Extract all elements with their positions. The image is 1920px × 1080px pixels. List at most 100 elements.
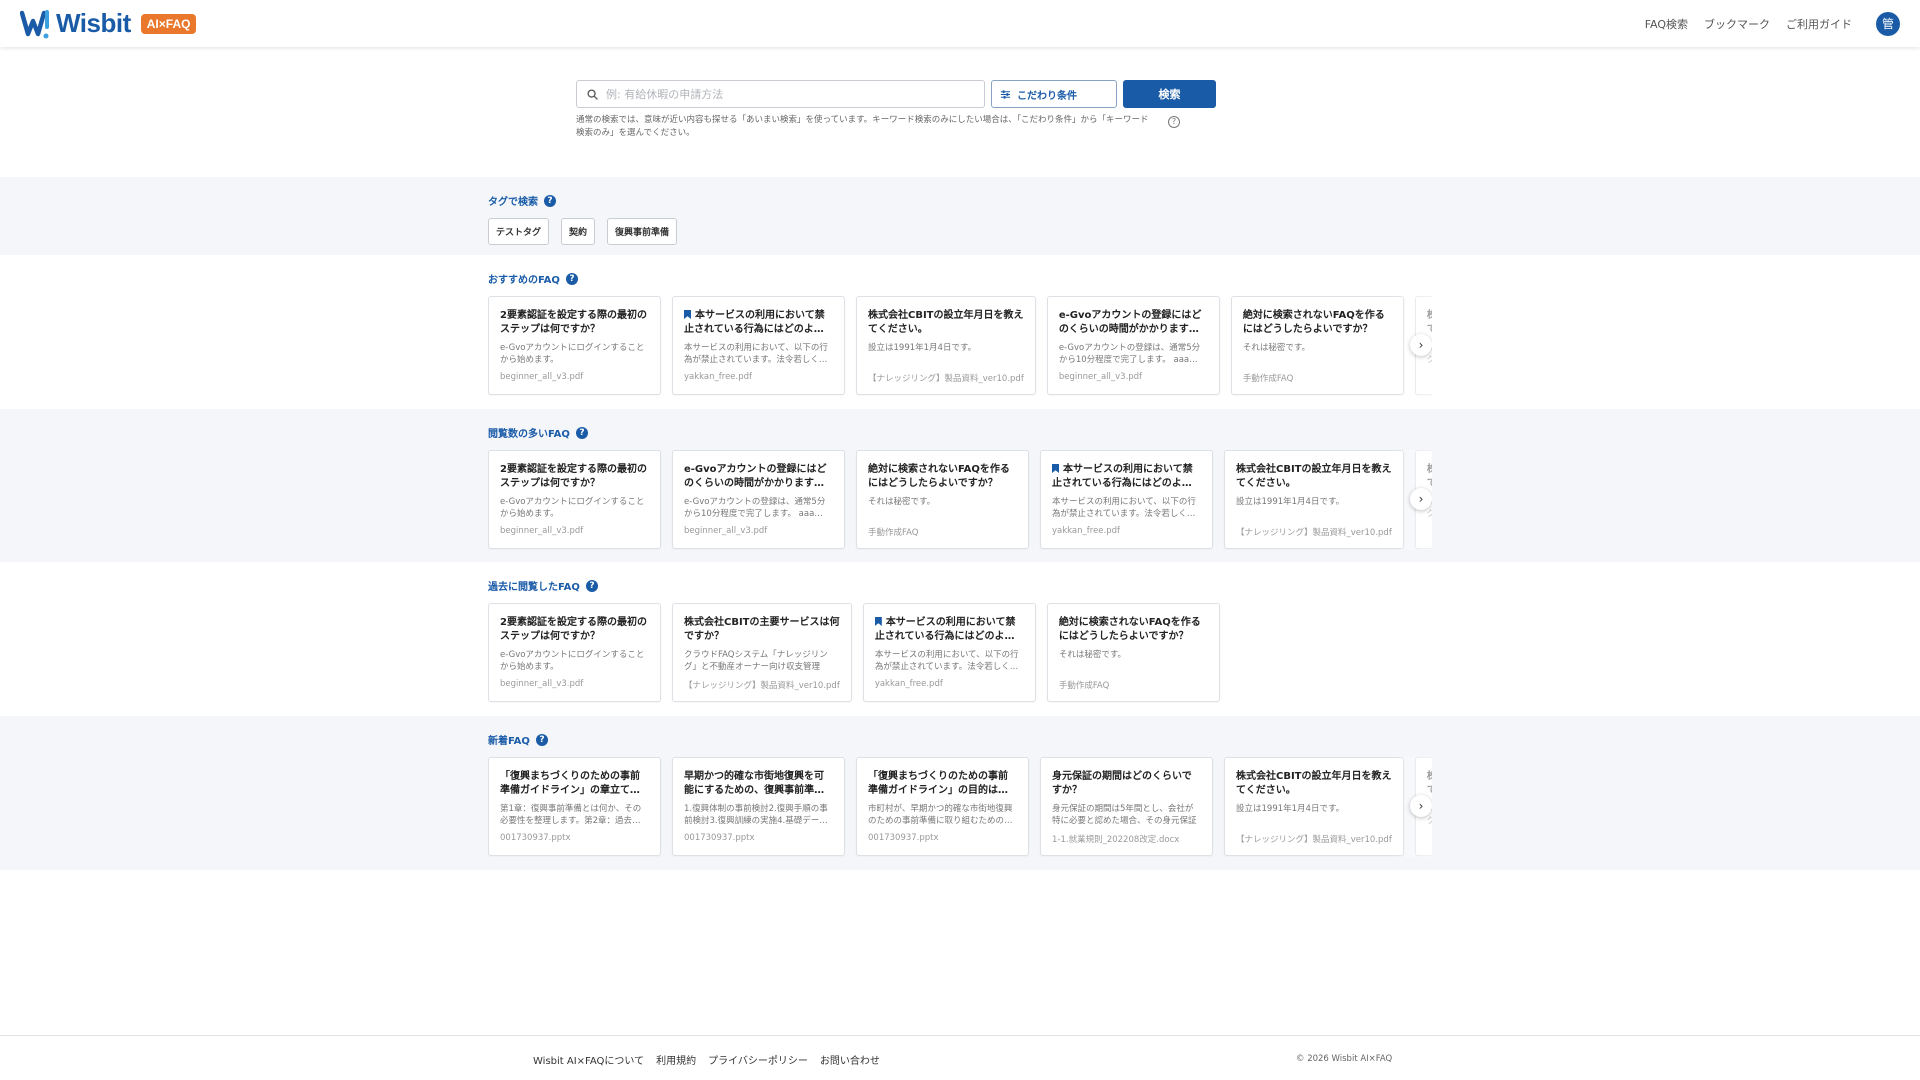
faq-card-title: 絶対に検索されないFAQを作るにはどうしたらよいですか？ [868,463,1017,491]
search-row: こだわり条件 検索 [576,80,1216,108]
search-help-body: 通常の検索では、意味が近い内容も探せる「あいまい検索」を使っています。キーワード… [576,115,1149,139]
faq-card[interactable]: 株式会社CBITの設立年月日を教えてください。 設立は1991年1月4日です。 【ナ… [1224,757,1404,856]
faq-card[interactable]: e-Gvoアカウントの登録にはどのくらいの時間がかかりますか？ e-Gvoアカウン… [1046,296,1220,395]
faq-card[interactable]: 早期かつ的確な市街地復興を可能にするための、復興事前準備の取組は？ 1.復興体制の… [672,757,845,856]
faq-card-source: 手動作成FAQ [1058,681,1110,691]
faq-card-title: e-Gvoアカウントの登録にはどのくらいの時間がかかりますか？ [1059,309,1208,337]
cards-carousel: 「復興まちづくりのための事前準備ガイドライン」の章立てはどうなっていますか？ 第1… [488,757,1432,857]
search-help-text: 通常の検索では、意味が近い内容も探せる「あいまい検索」を使っています。キーワード… [576,114,1186,140]
bookmark-icon [874,617,882,626]
help-icon[interactable]: ? [1168,116,1180,128]
faq-card[interactable]: 本サービスの利用において禁止されている行為にはどのようなものがありますか？ 本サー… [1040,450,1213,549]
faq-card[interactable]: 株式会社CBITの設立年月日を教えてください。設立は1991年1月4日です。【ナ… [1224,450,1404,549]
footer-link-contact[interactable]: お問い合わせ [820,1052,880,1067]
faq-card[interactable]: 本サービスの利用において禁止されている行為にはどのようなものがありますか？ 本サー… [862,603,1036,702]
faq-card-title: 絶対に検索されないFAQを作るにはどうしたらよいですか？ [1243,309,1392,337]
faq-card[interactable]: 本サービスの利用において禁止されている行為にはどのようなものがありますか？ 本サー… [672,296,845,395]
user-avatar[interactable]: 管 [1876,11,1900,36]
tag-chip[interactable]: 契約 [561,218,596,245]
section-title-text: 閲覧数の多いFAQ [488,429,570,440]
faq-card-source: yakkan_free.pdf [1052,526,1121,536]
tag-chip[interactable]: テストタグ [488,218,550,245]
faq-card[interactable]: 株式会社CBITの主要サービスは何ですか？ クラウドFAQシステム「ナレッジリング… [672,603,852,702]
copyright: © 2026 Wisbit AI×FAQ [1296,1054,1393,1064]
tag-chip[interactable]: 復興事前準備 [607,218,678,245]
tags-section: タグで検索 ? テストタグ 契約 復興事前準備 [0,177,1920,255]
faq-card-source: beginner_all_v3.pdf [500,372,584,382]
search-box[interactable] [576,80,985,108]
faq-card[interactable]: 2要素認証を設定する際の最初のステップは何ですか？ e-Gvoアカウントにログイン… [488,450,661,549]
faq-card[interactable]: 2要素認証を設定する際の最初のステップは何ですか？ e-Gvoアカウントにログイン… [488,603,661,702]
filter-conditions-button[interactable]: こだわり条件 [991,80,1117,108]
tag-list: テストタグ 契約 復興事前準備 [488,218,1432,245]
footer-link-about[interactable]: Wisbit AI×FAQについて [533,1052,644,1067]
cards-row: 2要素認証を設定する際の最初のステップは何ですか？ e-Gvoアカウントにログイン… [488,603,1432,702]
faq-card-source: beginner_all_v3.pdf [500,526,584,536]
logo-text: Wisbit [56,8,131,38]
footer-link-privacy[interactable]: プライバシーポリシー [708,1052,808,1067]
section-inner: おすすめのFAQ? 2要素認証を設定する際の最初のステップは何ですか？ e-Gvoア… [488,271,1432,396]
recommended-section: おすすめのFAQ? 2要素認証を設定する際の最初のステップは何ですか？ e-Gvoア… [0,255,1920,409]
bookmark-icon [684,310,691,319]
cards-row: 2要素認証を設定する際の最初のステップは何ですか？ e-Gvoアカウントにログイン… [488,296,1432,395]
faq-card-source: 【ナレッジリング】製品資料_ver10.pdf [1427,833,1432,845]
faq-card-title-text: 株式会社CBITの主要サービスは何ですか？ [1427,464,1432,489]
sliders-icon [1000,89,1011,99]
faq-card-title: 株式会社CBITの主要サービスは何ですか？ [684,616,840,644]
popular-section: 閲覧数の多いFAQ? 2要素認証を設定する際の最初のステップは何ですか？ e-Gvo… [0,409,1920,562]
help-icon[interactable]: ? [585,579,598,592]
faq-card-answer: e-Gvoアカウントの登録は、通常5分から10分程度で完了します。 aaa bb… [1058,343,1201,366]
faq-card-title-text: 「復興まちづくりのための事前準備ガイドライン」の目的は何ですか？ [868,771,1008,796]
faq-card-answer: それは秘密です。 [868,497,936,507]
help-icon[interactable]: ? [575,426,588,439]
search-input[interactable] [606,87,974,101]
nav-bookmark[interactable]: ブックマーク [1704,16,1770,32]
faq-card-title-text: 株式会社CBITの設立年月日を教えてください。 [1236,464,1392,489]
tags-section-title: タグで検索 [488,197,538,208]
nav-faq-search[interactable]: FAQ検索 [1645,16,1688,32]
search-button[interactable]: 検索 [1123,80,1216,108]
help-icon[interactable]: ? [565,272,578,285]
faq-card-title: 早期かつ的確な市街地復興を可能にするための、復興事前準備の取組は？ [684,770,833,798]
cards-carousel: 2要素認証を設定する際の最初のステップは何ですか？ e-Gvoアカウントにログイン… [488,603,1432,703]
section-title: 新着FAQ? [488,732,1432,747]
faq-card-title-text: e-Gvoアカウントの登録にはどのくらいの時間がかかりますか？ [1058,310,1202,335]
faq-card-answer: 1.復興体制の事前検討2.復興手順の事前検討3.復興訓練の実施4.基礎データの事… [684,804,828,827]
faq-card-answer: 設立は1991年1月4日です。 [1236,497,1345,507]
faq-card[interactable]: 絶対に検索されないFAQを作るにはどうしたらよいですか？ それは秘密です。 手動作成… [1230,296,1404,395]
logo[interactable]: Wisbit AI×FAQ [19,8,197,40]
help-icon[interactable]: ? [544,194,556,207]
help-icon[interactable]: ? [535,733,548,746]
app-header: Wisbit AI×FAQ FAQ検索 ブックマーク ご利用ガイド 管 [0,0,1920,47]
faq-card-source: 001730937.pptx [500,833,571,843]
chevron-right-icon[interactable]: › [1410,488,1432,510]
faq-card-title-text: 本サービスの利用において禁止されている行為にはどのようなものがありますか？ [874,617,1016,642]
faq-card[interactable]: 絶対に検索されないFAQを作るにはどうしたらよいですか？ それは秘密です。 手動作成… [856,450,1029,549]
faq-card[interactable]: 身元保証の期間はどのくらいですか？ 身元保証の期間は5年間とし、会社が特に必要と認… [1040,757,1213,856]
faq-card-answer: e-Gvoアカウントにログインすることから始めます。 [500,497,645,520]
nav-guide[interactable]: ご利用ガイド [1786,16,1852,32]
faq-card-title-text: 2要素認証を設定する際の最初のステップは何ですか？ [500,310,647,335]
faq-card-answer: それは秘密です。 [1058,650,1126,660]
faq-card[interactable]: 株式会社CBITの設立年月日を教えてください。 設立は1991年1月4日です。 【ナ… [856,296,1036,395]
faq-card-title: 2要素認証を設定する際の最初のステップは何ですか？ [500,616,649,644]
faq-card-source: 【ナレッジリング】製品資料_ver10.pdf [868,374,1024,384]
faq-card-source: 001730937.pptx [868,833,939,843]
faq-card[interactable]: 2要素認証を設定する際の最初のステップは何ですか？ e-Gvoアカウントにログイン… [488,296,661,395]
faq-card-title-text: 早期かつ的確な市街地復興を可能にするための、復興事前準備の取組は？ [684,771,825,796]
faq-card-title: 本サービスの利用において禁止されている行為にはどのようなものがありますか？ [1052,463,1201,491]
faq-card[interactable]: 「復興まちづくりのための事前準備ガイドライン」の目的は何ですか？ 市町村が、早期か… [856,757,1029,856]
faq-card[interactable]: 絶対に検索されないFAQを作るにはどうしたらよいですか？ それは秘密です。 手動作成… [1046,603,1220,702]
footer: Wisbit AI×FAQについて 利用規約 プライバシーポリシー お問い合わせ… [0,1035,1920,1080]
footer-link-terms[interactable]: 利用規約 [656,1052,696,1067]
section-title: おすすめのFAQ? [488,271,1432,286]
faq-card-title-text: 2要素認証を設定する際の最初のステップは何ですか？ [500,464,647,489]
chevron-right-icon[interactable]: › [1410,795,1432,817]
faq-card-source: 001730937.pptx [684,833,755,843]
faq-card-source: 1-1.就業規則_202208改定.docx [1052,835,1180,845]
faq-card-title-text: 株式会社CBITの主要サービスは何ですか？ [1427,310,1432,335]
faq-card[interactable]: 「復興まちづくりのための事前準備ガイドライン」の章立てはどうなっていますか？ 第1… [488,757,661,856]
chevron-right-icon[interactable]: › [1410,334,1432,356]
faq-card[interactable]: e-Gvoアカウントの登録にはどのくらいの時間がかかりますか？ e-Gvoアカウン… [672,450,845,549]
faq-card-source: 【ナレッジリング】製品資料_ver10.pdf [1236,528,1392,538]
